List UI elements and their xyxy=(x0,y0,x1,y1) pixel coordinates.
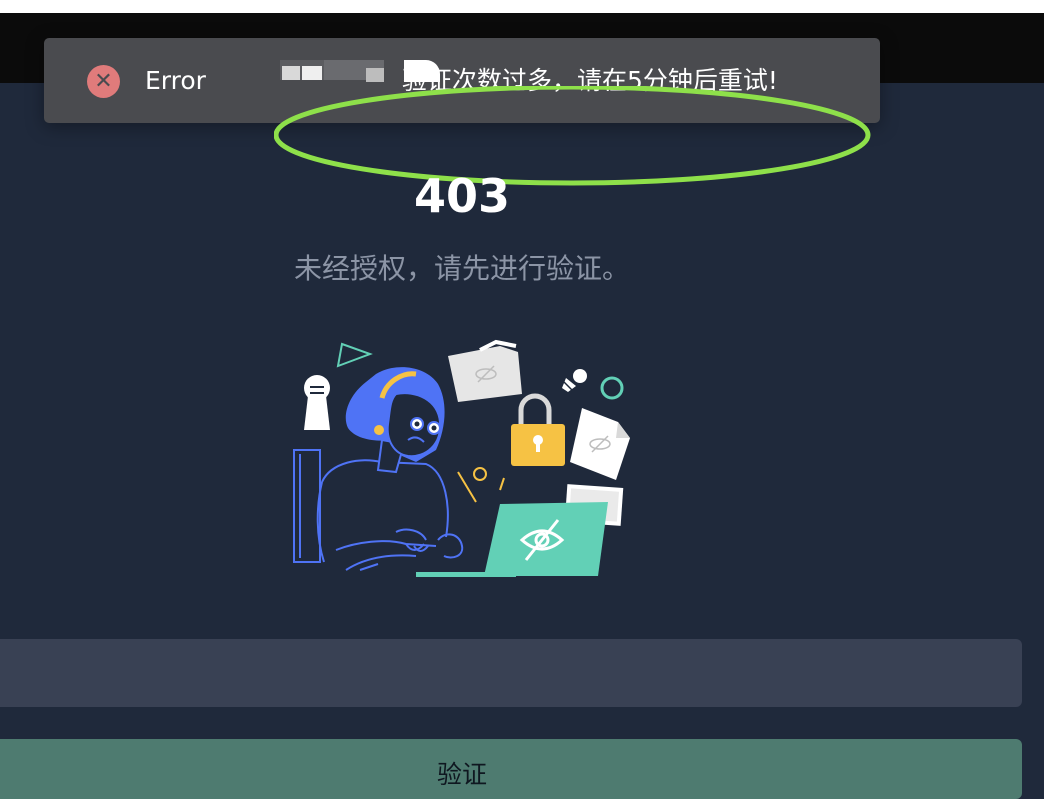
laptop-with-hidden-eye xyxy=(416,502,608,577)
error-code: 403 xyxy=(413,169,511,223)
verification-input[interactable] xyxy=(0,639,1022,707)
document-icon xyxy=(570,408,630,480)
error-toast: ✕ Error 验证次数过多，请在5分钟后重试! xyxy=(44,38,880,186)
unauthorized-illustration xyxy=(293,339,630,577)
verify-button[interactable]: 验证 xyxy=(0,739,1022,799)
toast-message: 验证次数过多，请在5分钟后重试! xyxy=(402,66,778,95)
chair xyxy=(293,449,321,563)
folder-icon xyxy=(448,339,522,402)
browser-top-strip xyxy=(0,0,1044,13)
padlock-icon xyxy=(511,393,565,466)
error-subtitle: 未经授权，请先进行验证。 xyxy=(293,252,630,285)
key-icon xyxy=(562,369,587,392)
toast-label: Error xyxy=(145,66,206,95)
keyhole-icon xyxy=(304,375,330,430)
triangle-icon xyxy=(336,342,373,368)
circle-shape xyxy=(600,376,624,400)
verify-button-label: 验证 xyxy=(436,760,487,789)
close-circle-icon[interactable]: ✕ xyxy=(87,65,120,98)
redaction-block xyxy=(212,60,234,102)
person-body xyxy=(316,459,464,571)
